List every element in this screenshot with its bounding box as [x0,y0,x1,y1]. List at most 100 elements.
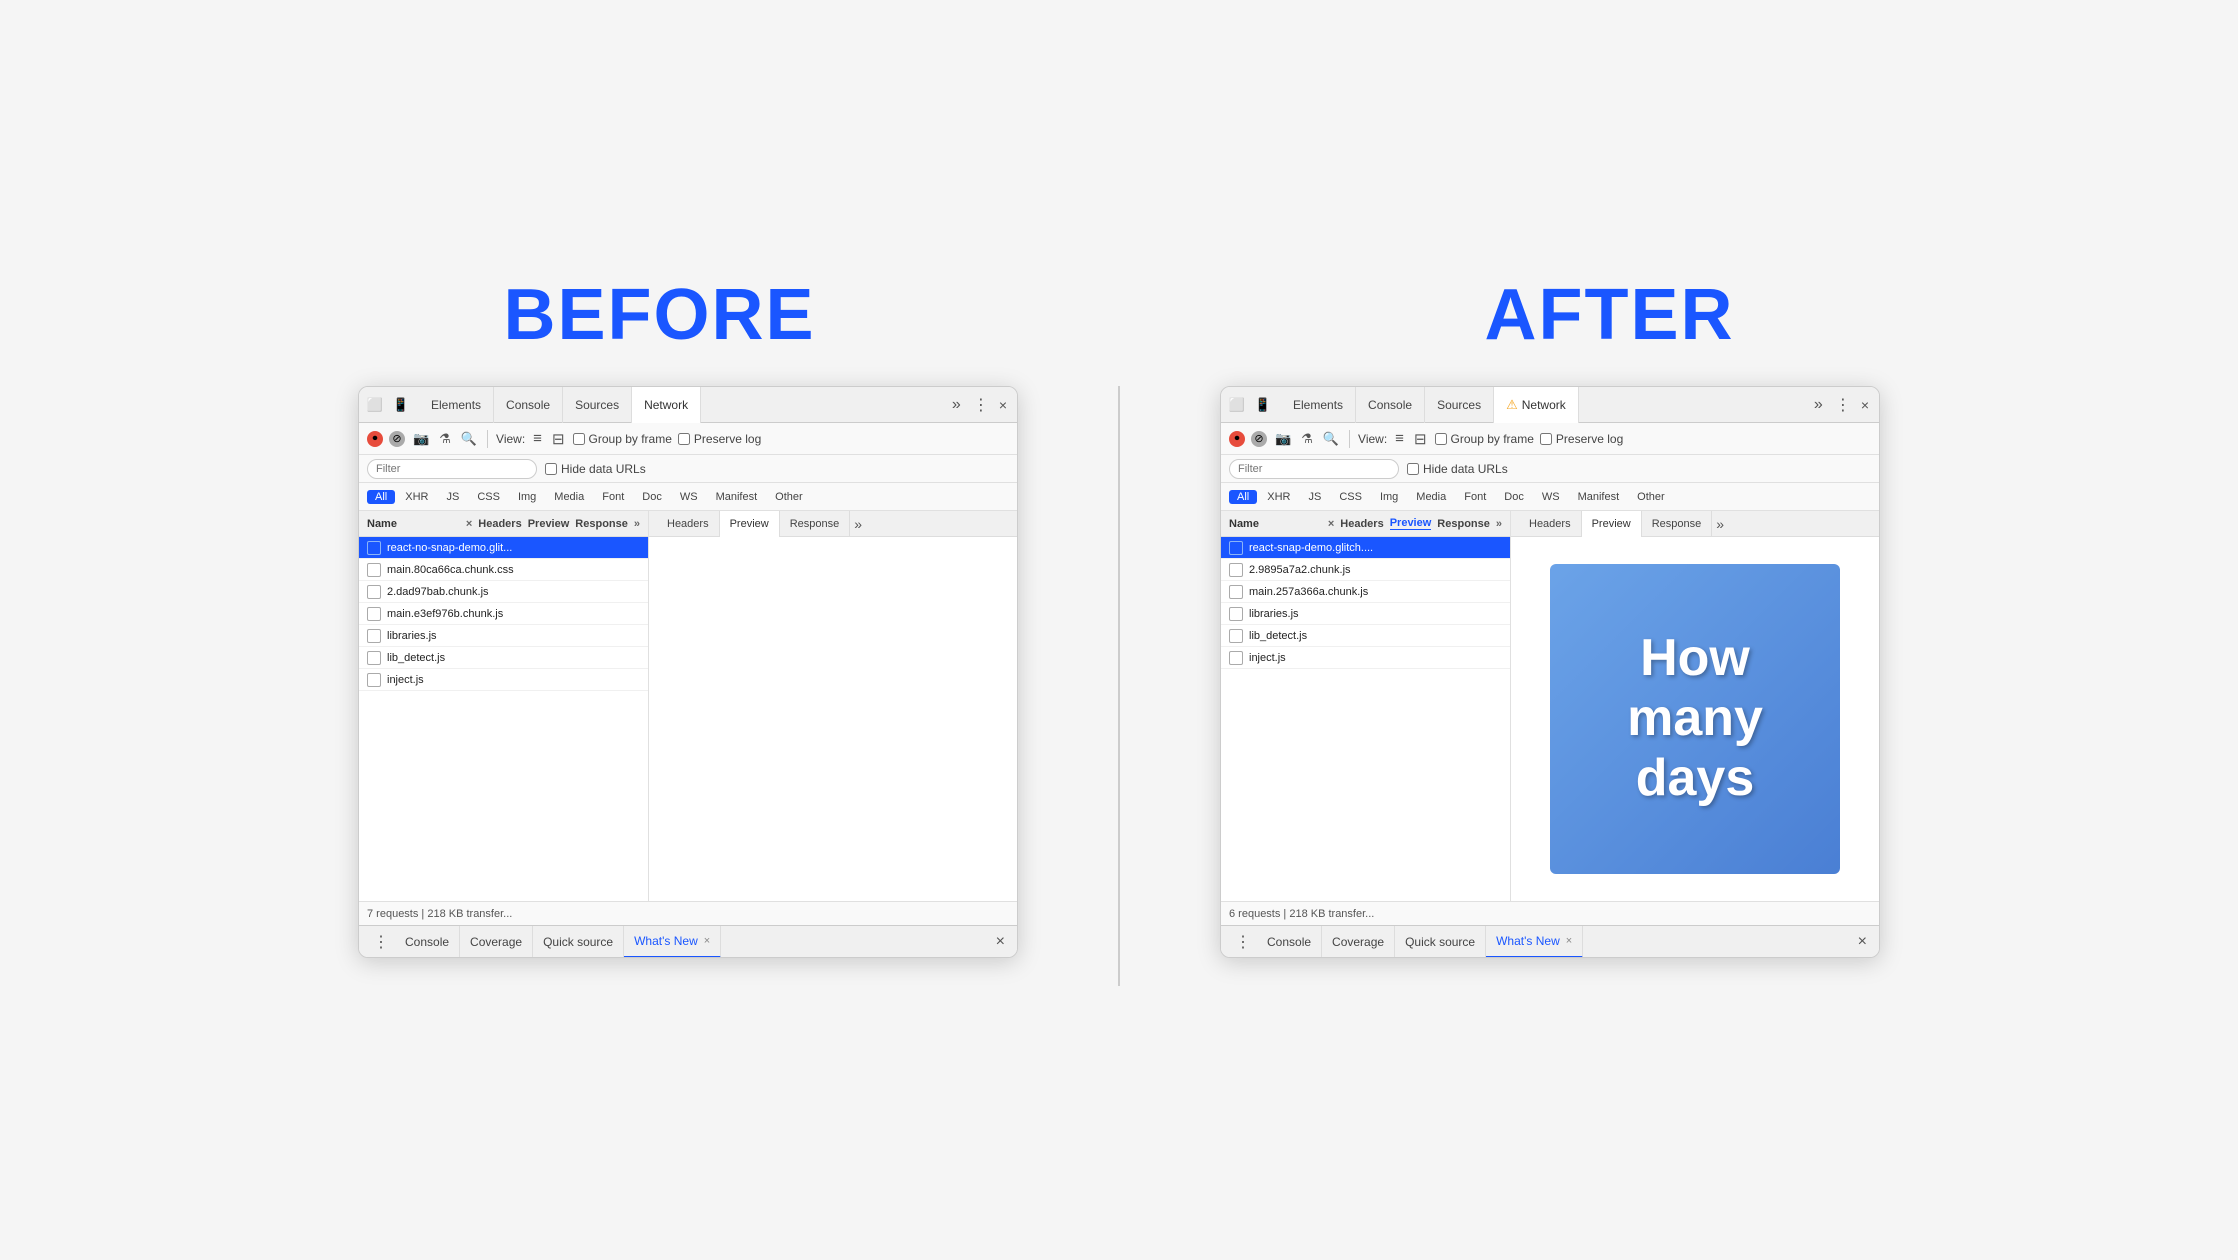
after-file-1[interactable]: react-snap-demo.glitch.... [1221,537,1510,559]
before-headers-tab[interactable]: Headers [657,511,720,537]
after-file-4[interactable]: libraries.js [1221,603,1510,625]
after-file-5[interactable]: lib_detect.js [1221,625,1510,647]
before-group-by-frame-label[interactable]: Group by frame [573,432,672,446]
after-preserve-log-label[interactable]: Preserve log [1540,432,1623,446]
before-type-font[interactable]: Font [594,490,632,504]
before-tab-network[interactable]: Network [632,387,701,423]
before-file-2[interactable]: main.80ca66ca.chunk.css [359,559,648,581]
after-device-icon[interactable]: 📱 [1253,395,1273,415]
after-whatsnew-x[interactable]: × [1566,935,1572,947]
after-preserve-log-checkbox[interactable] [1540,433,1552,445]
after-preview-more[interactable]: » [1712,516,1728,532]
before-type-css[interactable]: CSS [469,490,508,504]
before-preserve-log-label[interactable]: Preserve log [678,432,761,446]
after-type-css[interactable]: CSS [1331,490,1370,504]
before-filter-input[interactable] [367,459,537,479]
after-record-btn[interactable]: ⏺ [1229,431,1245,447]
before-bottom-tab-whatsnew[interactable]: What's New × [624,926,721,958]
before-col-preview[interactable]: Preview [528,518,570,530]
after-group-by-frame-checkbox[interactable] [1435,433,1447,445]
before-file-7[interactable]: inject.js [359,669,648,691]
after-type-all[interactable]: All [1229,490,1257,504]
after-filter-icon[interactable]: ⚗ [1299,429,1315,449]
after-grid-icon1[interactable]: ≡ [1393,428,1406,449]
before-file-5[interactable]: libraries.js [359,625,648,647]
before-inspect-icon[interactable]: ⬜ [365,395,385,415]
before-grid-icon1[interactable]: ≡ [531,428,544,449]
before-type-other[interactable]: Other [767,490,811,504]
after-bottom-tab-quicksource[interactable]: Quick source [1395,926,1486,958]
after-col-preview[interactable]: Preview [1390,517,1432,530]
before-tab-console[interactable]: Console [494,387,563,423]
before-col-response[interactable]: Response [575,518,628,530]
after-more-tabs[interactable]: » [1808,396,1829,414]
after-hide-data-urls-checkbox[interactable] [1407,463,1419,475]
after-file-3[interactable]: main.257a366a.chunk.js [1221,581,1510,603]
after-tab-network[interactable]: ⚠ Network [1494,387,1579,423]
after-filter-input[interactable] [1229,459,1399,479]
before-col-more[interactable]: » [634,518,640,530]
before-response-tab[interactable]: Response [780,511,851,537]
before-close-btn[interactable]: × [995,397,1011,413]
before-bottom-tab-quicksource[interactable]: Quick source [533,926,624,958]
before-bottom-close[interactable]: × [992,933,1009,951]
before-type-media[interactable]: Media [546,490,592,504]
after-file-2[interactable]: 2.9895a7a2.chunk.js [1221,559,1510,581]
before-type-ws[interactable]: WS [672,490,706,504]
before-type-xhr[interactable]: XHR [397,490,436,504]
after-bottom-tab-whatsnew[interactable]: What's New × [1486,926,1583,958]
before-tab-elements[interactable]: Elements [419,387,494,423]
before-bottom-tab-coverage[interactable]: Coverage [460,926,533,958]
before-col-x[interactable]: × [466,518,472,530]
before-type-all[interactable]: All [367,490,395,504]
before-group-by-frame-checkbox[interactable] [573,433,585,445]
after-type-font[interactable]: Font [1456,490,1494,504]
after-search-icon[interactable]: 🔍 [1321,429,1341,449]
after-type-other[interactable]: Other [1629,490,1673,504]
before-hide-data-urls-label[interactable]: Hide data URLs [545,462,646,476]
before-hide-data-urls-checkbox[interactable] [545,463,557,475]
after-bottom-close[interactable]: × [1854,933,1871,951]
after-type-media[interactable]: Media [1408,490,1454,504]
after-group-by-frame-label[interactable]: Group by frame [1435,432,1534,446]
before-file-3[interactable]: 2.dad97bab.chunk.js [359,581,648,603]
after-col-headers[interactable]: Headers [1340,518,1383,530]
before-tab-sources[interactable]: Sources [563,387,632,423]
after-grid-icon2[interactable]: ⊟ [1412,428,1429,450]
after-cancel-btn[interactable]: ⊘ [1251,431,1267,447]
before-cancel-btn[interactable]: ⊘ [389,431,405,447]
after-camera-icon[interactable]: 📷 [1273,429,1293,449]
before-search-icon[interactable]: 🔍 [459,429,479,449]
before-bottom-dots[interactable]: ⋮ [367,932,395,952]
after-close-btn[interactable]: × [1857,397,1873,413]
after-preview-tab[interactable]: Preview [1582,511,1642,537]
before-preserve-log-checkbox[interactable] [678,433,690,445]
after-tab-sources[interactable]: Sources [1425,387,1494,423]
before-more-tabs[interactable]: » [946,396,967,414]
after-bottom-tab-console[interactable]: Console [1257,926,1322,958]
before-filter-icon[interactable]: ⚗ [437,429,453,449]
after-inspect-icon[interactable]: ⬜ [1227,395,1247,415]
before-type-js[interactable]: JS [438,490,467,504]
before-device-icon[interactable]: 📱 [391,395,411,415]
before-preview-tab[interactable]: Preview [720,511,780,537]
after-bottom-dots[interactable]: ⋮ [1229,932,1257,952]
after-menu-dots[interactable]: ⋮ [1829,395,1857,415]
after-col-x[interactable]: × [1328,518,1334,530]
before-record-btn[interactable]: ⏺ [367,431,383,447]
after-type-manifest[interactable]: Manifest [1570,490,1628,504]
after-type-img[interactable]: Img [1372,490,1406,504]
before-camera-icon[interactable]: 📷 [411,429,431,449]
before-type-manifest[interactable]: Manifest [708,490,766,504]
before-preview-more[interactable]: » [850,516,866,532]
before-file-6[interactable]: lib_detect.js [359,647,648,669]
before-bottom-tab-console[interactable]: Console [395,926,460,958]
after-type-xhr[interactable]: XHR [1259,490,1298,504]
before-col-headers[interactable]: Headers [478,518,521,530]
after-col-more[interactable]: » [1496,518,1502,530]
after-type-js[interactable]: JS [1300,490,1329,504]
before-type-doc[interactable]: Doc [634,490,670,504]
after-tab-elements[interactable]: Elements [1281,387,1356,423]
before-menu-dots[interactable]: ⋮ [967,395,995,415]
before-file-4[interactable]: main.e3ef976b.chunk.js [359,603,648,625]
